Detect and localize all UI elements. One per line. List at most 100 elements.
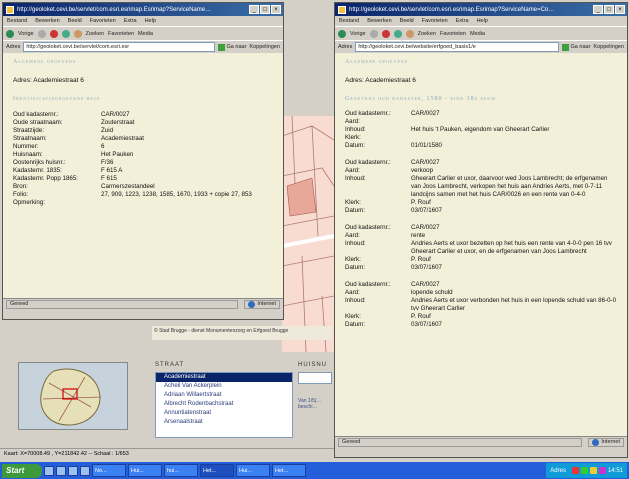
field-row: Bron: Carmerszestandeel [13, 183, 273, 191]
media-button[interactable]: Media [470, 31, 485, 37]
street-list[interactable]: Academiestraat Acheil Van Ackerplein Adria… [155, 372, 293, 438]
home-icon[interactable] [73, 29, 82, 38]
menu-item[interactable]: Beeld [68, 18, 82, 24]
field-value: 27, 909, 1223, 1238, 1585, 1670, 1933 + … [101, 191, 252, 198]
menu-item[interactable]: Bestand [7, 18, 27, 24]
zone-label: Internet [601, 439, 620, 445]
links-button[interactable]: Koppelingen [249, 44, 280, 50]
close-button[interactable]: × [615, 5, 625, 14]
taskbar-task-button[interactable]: Hui... [128, 464, 162, 477]
menu-item[interactable]: Bewerken [35, 18, 59, 24]
street-item[interactable]: Albrecht Rodenbachstraat [156, 400, 292, 409]
refresh-icon[interactable] [393, 29, 402, 38]
field-value: F 615 [101, 175, 117, 182]
house-number-input[interactable] [298, 372, 332, 384]
menu-item[interactable]: Favorieten [90, 18, 116, 24]
menu-item[interactable]: Beeld [400, 18, 414, 24]
address-field[interactable]: http://geoloket.cevi.be/servlet/com.esri… [23, 42, 215, 52]
street-item[interactable]: Annuntiatenstraat [156, 409, 292, 418]
coordinate-status-bar: Kaart: X=70008.49 , Y=211842.42 -- Schaa… [0, 448, 334, 460]
record-label: Oud kadasternr.: [345, 281, 391, 288]
links-button[interactable]: Koppelingen [593, 44, 624, 50]
record-label: Inhoud: [345, 175, 366, 182]
menu-item[interactable]: Bewerken [367, 18, 391, 24]
menu-item[interactable]: Extra [456, 18, 469, 24]
stop-icon[interactable] [381, 29, 390, 38]
minimize-button[interactable]: _ [593, 5, 603, 14]
internet-globe-icon [592, 438, 600, 446]
favorites-button[interactable]: Favorieten [440, 31, 466, 37]
record-row: Oud kadasternr.: CAR/0027 [345, 224, 617, 232]
taskbar-task-button[interactable]: hui... [164, 464, 198, 477]
back-icon[interactable] [338, 29, 346, 38]
record-row: Datum: 01/01/1580 [345, 142, 617, 150]
old-cadastre-heading: Gegevens oud kadaster, 1580 - eind 18e e… [345, 96, 497, 102]
ie-icon [6, 5, 14, 14]
right-title-bar[interactable]: http://geoloket.cevi.be/servlet/com.esri… [335, 3, 627, 16]
search-button[interactable]: Zoeken [418, 31, 436, 37]
refresh-icon[interactable] [61, 29, 70, 38]
menu-item[interactable]: Extra [124, 18, 137, 24]
go-arrow-icon [217, 43, 225, 51]
go-label: Ga naar [226, 44, 247, 50]
street-item[interactable]: Adriaan Willaertstraat [156, 391, 292, 400]
field-row: Straatnaam: Academiestraat [13, 135, 273, 143]
quicklaunch-icon[interactable] [68, 465, 78, 476]
general-heading: Algemene gegevens [13, 59, 77, 65]
menu-item[interactable]: Help [145, 18, 156, 24]
house-number-panel: HUISNU Van 1/5(… beschi… [298, 362, 334, 440]
left-title-bar[interactable]: http://geoloket.cevi.be/servlet/com.esri… [3, 3, 283, 16]
left-menu-bar: Bestand Bewerken Beeld Favorieten Extra … [3, 16, 283, 26]
close-button[interactable]: × [271, 5, 281, 14]
search-button[interactable]: Zoeken [86, 31, 104, 37]
forward-icon[interactable] [37, 29, 46, 38]
favorites-button[interactable]: Favorieten [108, 31, 134, 37]
street-item[interactable]: Arsenaalstraat [156, 418, 292, 427]
maximize-button[interactable]: □ [604, 5, 614, 14]
forward-icon[interactable] [369, 29, 378, 38]
menu-item[interactable]: Help [477, 18, 488, 24]
street-panel: STRAAT Academiestraat Acheil Van Ackerple… [155, 362, 295, 440]
quicklaunch-icon[interactable] [56, 465, 66, 476]
cadastral-map[interactable] [282, 116, 334, 352]
tray-icon[interactable] [589, 467, 597, 474]
record-row: Klerk: P. Rouf [345, 256, 617, 264]
stop-icon[interactable] [49, 29, 58, 38]
field-value: Carmerszestandeel [101, 183, 155, 190]
taskbar-task-button[interactable]: Het... [200, 464, 234, 477]
system-tray: Adres 14:51 [546, 463, 627, 478]
record-value: Andries Aerts et uxor verbonden het huis… [411, 297, 617, 312]
quicklaunch-icon[interactable] [80, 465, 90, 476]
go-button[interactable]: Ga naar [217, 43, 247, 51]
street-panel-title: STRAAT [155, 362, 185, 368]
map-parcels [282, 116, 334, 352]
record-value: verkoop [411, 167, 434, 174]
tray-icon[interactable] [571, 467, 579, 474]
tray-icon[interactable] [598, 467, 606, 474]
menu-item[interactable]: Bestand [339, 18, 359, 24]
taskbar-task-button[interactable]: Hui... [236, 464, 270, 477]
tray-icon[interactable] [580, 467, 588, 474]
quicklaunch-icon[interactable] [44, 465, 54, 476]
menu-item[interactable]: Favorieten [422, 18, 448, 24]
address-line: Adres: Academiestraat 6 [345, 77, 416, 84]
go-button[interactable]: Ga naar [561, 43, 590, 51]
overview-map-drawing [19, 363, 127, 429]
back-icon[interactable] [6, 29, 14, 38]
home-icon[interactable] [405, 29, 414, 38]
street-item[interactable]: Academiestraat [156, 373, 292, 382]
media-button[interactable]: Media [138, 31, 153, 37]
street-item[interactable]: Acheil Van Ackerplein [156, 382, 292, 391]
zone-cell: Internet [588, 437, 624, 447]
minimize-button[interactable]: _ [249, 5, 259, 14]
overview-map[interactable] [18, 362, 128, 430]
back-button[interactable]: Vorige [350, 31, 366, 37]
taskbar-task-button[interactable]: No... [92, 464, 126, 477]
taskbar-task-button[interactable]: Het... [272, 464, 306, 477]
field-value: CAR/0027 [101, 111, 130, 118]
address-field[interactable]: http://geoloket.cevi.be/website/erfgoed_… [355, 42, 559, 52]
maximize-button[interactable]: □ [260, 5, 270, 14]
start-button[interactable]: Start [2, 463, 42, 478]
back-button[interactable]: Vorige [18, 31, 34, 37]
internet-globe-icon [248, 300, 256, 308]
